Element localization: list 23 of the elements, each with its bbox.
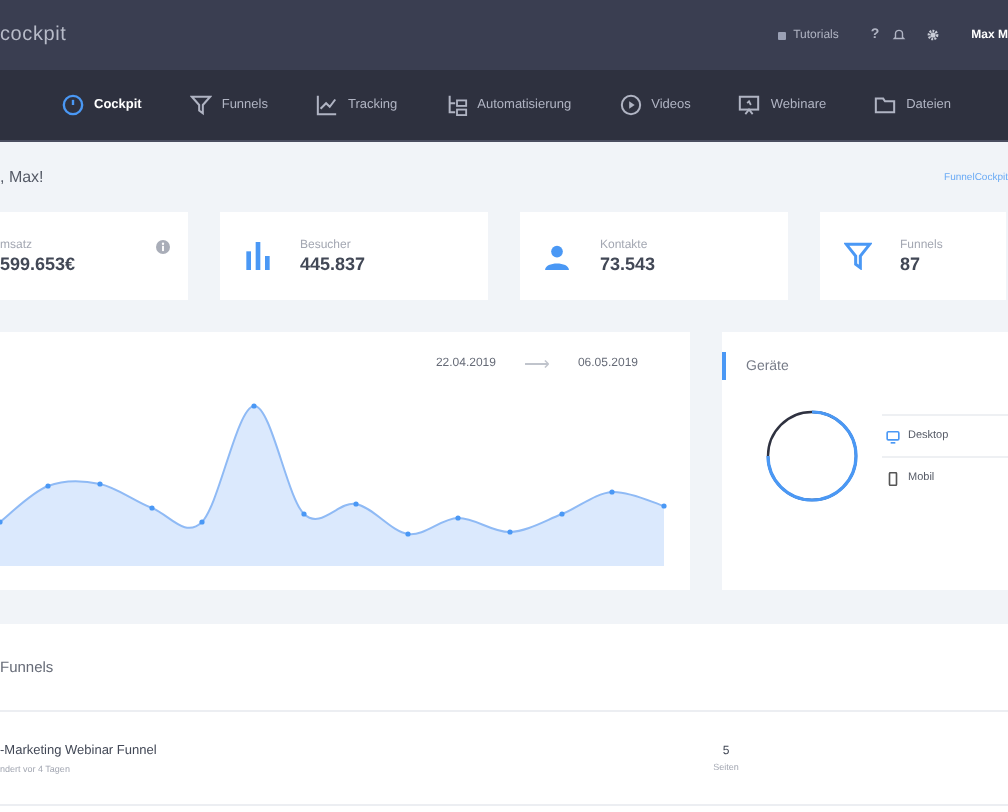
line-chart-icon <box>315 94 338 116</box>
stat-value: 73.543 <box>600 253 656 273</box>
greeting-text: , Max! <box>0 168 44 186</box>
funnel-icon <box>189 94 212 116</box>
monitor-icon <box>886 429 900 443</box>
settings-icon <box>925 28 940 42</box>
bell-icon <box>891 28 906 42</box>
phone-icon <box>886 471 900 485</box>
info-icon[interactable] <box>156 240 170 254</box>
arrow-glyph: ⟶ <box>523 353 550 373</box>
presentation-board-icon <box>738 94 761 116</box>
bar-chart-icon <box>244 242 272 270</box>
flow-icon <box>445 94 468 116</box>
person-icon <box>544 243 570 269</box>
stat-value: 87 <box>900 253 923 273</box>
stat-value: 445.837 <box>300 253 366 273</box>
gauge-icon <box>62 94 84 116</box>
funnel-icon <box>844 242 872 270</box>
play-icon <box>619 94 642 116</box>
stat-value: 599.653€ <box>0 253 76 273</box>
brand-name: cockpit <box>0 24 69 46</box>
donut-chart-drawing <box>764 408 860 504</box>
folder-icon <box>874 94 897 116</box>
